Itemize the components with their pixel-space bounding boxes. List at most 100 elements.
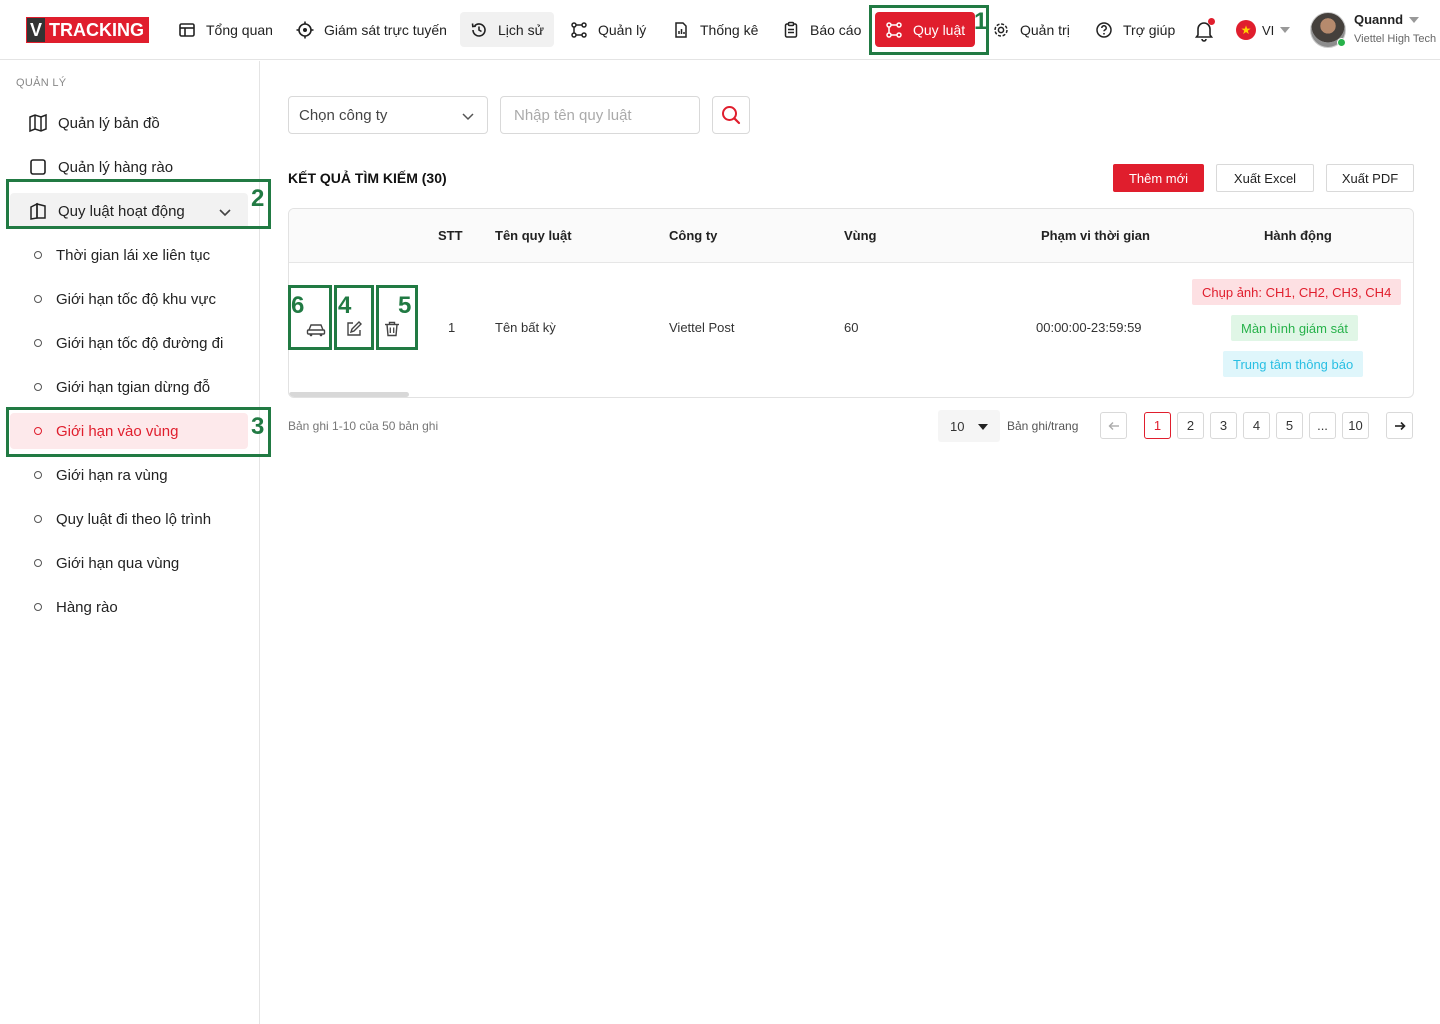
sidebar-subitem-label: Giới hạn tốc độ đường đi [56,334,224,352]
sidebar-subitem-label: Hàng rào [56,598,118,616]
annotation-number-1: 1 [974,8,988,35]
annotation-box-2 [6,179,271,229]
sidebar-subitem-fence[interactable]: Hàng rào [10,589,248,625]
arrow-right-icon [1394,421,1406,430]
page-size-select[interactable]: 10 [938,410,1000,442]
cell-stt: 1 [448,320,456,335]
annotation-number-6: 6 [291,292,305,319]
nav-manage-label: Quản lý [598,21,647,38]
language-selector[interactable]: ★ VI [1236,20,1291,40]
logo-name: TRACKING [45,18,148,42]
chevron-down-icon [1409,16,1420,23]
nav-help[interactable]: Trợ giúp [1085,12,1185,47]
bullet-icon [34,559,42,567]
rule-name-input[interactable] [500,96,700,134]
page-5-button[interactable]: 5 [1276,412,1303,439]
clipboard-icon [784,21,798,38]
sidebar-subitem-area-speed-limit[interactable]: Giới hạn tốc độ khu vực [10,281,248,317]
export-pdf-button[interactable]: Xuất PDF [1326,164,1414,192]
user-organization: Viettel High Tech [1354,33,1437,45]
sidebar-subitem-road-speed-limit[interactable]: Giới hạn tốc độ đường đi [10,325,248,361]
annotation-number-2: 2 [251,185,265,212]
sidebar-item-label: Quản lý hàng rào [58,158,174,176]
cell-rule-name: Tên bất kỳ [495,320,556,335]
nav-admin[interactable]: Quản trị [982,12,1080,47]
top-header: V TRACKING Tổng quan Giám sát trực tuyến… [0,0,1440,60]
company-select[interactable]: Chọn công ty [288,96,488,134]
nav-live-monitor[interactable]: Giám sát trực tuyến [286,12,457,47]
notification-bell[interactable] [1192,18,1216,42]
sidebar-subitem-zone-exit-limit[interactable]: Giới hạn ra vùng [10,457,248,493]
sidebar-subitem-zone-pass-limit[interactable]: Giới hạn qua vùng [10,545,248,581]
map-icon [29,113,47,133]
sidebar-section-title: QUẢN LÝ [16,77,67,89]
sidebar-subitem-route-rule[interactable]: Quy luật đi theo lộ trình [10,501,248,537]
help-icon [1096,21,1112,38]
stats-file-icon [675,21,687,38]
annotation-number-3: 3 [251,413,265,440]
per-page-label: Bản ghi/trang [1007,419,1079,433]
gear-icon [994,22,1008,37]
sidebar-subitem-stop-time-limit[interactable]: Giới hạn tgian dừng đỗ [10,369,248,405]
square-icon [30,159,46,175]
column-header-actions: Hành động [1264,228,1332,243]
table-header: STT Tên quy luật Công ty Vùng Phạm vi th… [289,209,1413,263]
annotation-number-4: 4 [338,292,352,319]
action-tag-capture: Chụp ảnh: CH1, CH2, CH3, CH4 [1192,279,1402,305]
nav-history[interactable]: Lịch sử [460,12,554,47]
horizontal-scrollbar[interactable] [289,392,409,397]
user-name: Quannd [1354,12,1420,27]
avatar [1310,12,1346,48]
company-select-placeholder: Chọn công ty [299,106,388,124]
export-excel-button[interactable]: Xuất Excel [1216,164,1314,192]
nav-overview-label: Tổng quan [206,21,273,38]
online-status-dot [1337,38,1346,47]
history-icon [471,22,486,37]
cell-time-range: 00:00:00-23:59:59 [1036,320,1142,335]
nav-overview[interactable]: Tổng quan [168,12,283,47]
column-header-zone: Vùng [844,228,877,243]
page-1-button[interactable]: 1 [1144,412,1171,439]
add-new-button[interactable]: Thêm mới [1113,164,1204,192]
rules-table: STT Tên quy luật Công ty Vùng Phạm vi th… [288,208,1414,398]
column-header-stt: STT [438,228,463,243]
bullet-icon [34,383,42,391]
nav-reports[interactable]: Báo cáo [772,12,871,47]
chevron-down-icon [1280,27,1291,33]
user-menu[interactable]: Quannd Viettel High Tech [1310,12,1438,50]
arrow-left-icon [1108,421,1119,430]
nav-manage[interactable]: Quản lý [560,12,656,47]
notification-dot [1208,18,1215,25]
nav-live-label: Giám sát trực tuyến [324,21,447,38]
column-header-name: Tên quy luật [495,228,572,243]
chevron-down-icon [462,113,474,121]
page-2-button[interactable]: 2 [1177,412,1204,439]
nav-history-label: Lịch sử [498,21,544,38]
language-label: VI [1262,22,1275,38]
cell-company: Viettel Post [669,320,735,335]
sidebar-subitem-label: Giới hạn tốc độ khu vực [56,290,216,308]
next-page-button[interactable] [1386,412,1413,439]
annotation-box-3 [6,407,271,457]
search-button[interactable] [712,96,750,134]
bullet-icon [34,471,42,479]
cell-zone: 60 [844,320,859,335]
annotation-number-5: 5 [398,292,412,319]
nav-stats-label: Thống kê [700,21,759,38]
sidebar-item-map-management[interactable]: Quản lý bản đồ [10,105,248,141]
sidebar-subitem-label: Thời gian lái xe liên tục [56,246,211,264]
logo-v: V [27,18,45,42]
sidebar-subitem-label: Giới hạn qua vùng [56,554,180,572]
app-logo[interactable]: V TRACKING [26,17,149,43]
action-tag-notification-center: Trung tâm thông báo [1223,351,1364,377]
prev-page-button[interactable] [1100,412,1127,439]
sidebar-subitem-label: Giới hạn ra vùng [56,466,168,484]
page-10-button[interactable]: 10 [1342,412,1369,439]
sidebar-subitem-continuous-driving[interactable]: Thời gian lái xe liên tục [10,237,248,273]
nav-statistics[interactable]: Thống kê [662,12,768,47]
page-4-button[interactable]: 4 [1243,412,1270,439]
page-3-button[interactable]: 3 [1210,412,1237,439]
sidebar-item-label: Quản lý bản đồ [58,114,160,132]
bullet-icon [34,339,42,347]
sidebar-subitem-label: Giới hạn tgian dừng đỗ [56,378,211,396]
